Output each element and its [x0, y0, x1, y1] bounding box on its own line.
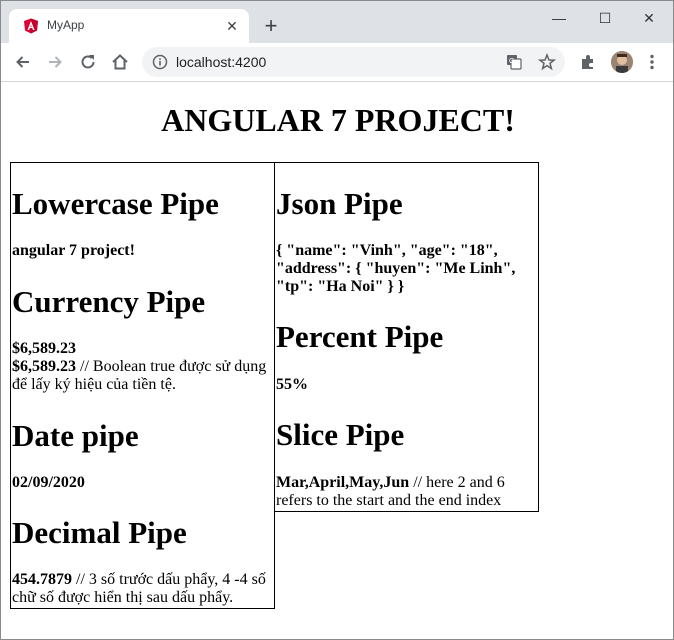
translate-icon[interactable]: G	[506, 54, 522, 70]
currency-value-2: $6,589.23	[12, 358, 76, 375]
new-tab-icon[interactable]: +	[259, 15, 283, 39]
lowercase-value: angular 7 project!	[12, 242, 135, 259]
page-title: ANGULAR 7 PROJECT!	[161, 102, 515, 138]
left-column: Lowercase Pipe angular 7 project! Curren…	[10, 162, 275, 609]
decimal-output: 454.7879 // 3 số trước dấu phẩy, 4 -4 số…	[12, 571, 270, 607]
slice-output: Mar,April,May,Jun // here 2 and 6 refers…	[276, 474, 534, 510]
profile-avatar[interactable]	[611, 51, 633, 73]
currency-value-1: $6,589.23	[12, 340, 76, 357]
decimal-value: 454.7879	[12, 571, 72, 588]
slice-heading: Slice Pipe	[276, 417, 405, 452]
lowercase-heading: Lowercase Pipe	[12, 186, 219, 221]
minimize-icon[interactable]: —	[537, 5, 581, 31]
decimal-heading: Decimal Pipe	[12, 515, 187, 550]
reload-icon[interactable]	[78, 52, 98, 72]
menu-icon[interactable]	[642, 52, 662, 72]
percent-heading: Percent Pipe	[276, 319, 444, 354]
browser-window: MyApp ✕ + — ☐ ✕ localhost:4200 G ANGULAR…	[0, 0, 674, 640]
lowercase-output: angular 7 project!	[12, 242, 270, 260]
page-content: ANGULAR 7 PROJECT! Lowercase Pipe angula…	[1, 82, 673, 639]
right-column: Json Pipe { "name": "Vinh", "age": "18",…	[274, 162, 539, 512]
currency-output-2: $6,589.23 // Boolean true được sử dụng đ…	[12, 358, 270, 394]
maximize-icon[interactable]: ☐	[583, 5, 627, 31]
currency-output-1: $6,589.23	[12, 340, 270, 358]
home-icon[interactable]	[110, 52, 130, 72]
json-output: { "name": "Vinh", "age": "18", "address"…	[276, 242, 534, 296]
json-heading: Json Pipe	[276, 186, 403, 221]
browser-toolbar: localhost:4200 G	[1, 43, 673, 82]
tab-strip: MyApp ✕ + — ☐ ✕	[1, 1, 673, 43]
extensions-icon[interactable]	[578, 52, 598, 72]
bookmark-star-icon[interactable]	[538, 53, 556, 71]
svg-text:G: G	[509, 58, 514, 65]
url-text[interactable]: localhost:4200	[176, 54, 266, 70]
date-value: 02/09/2020	[12, 474, 85, 491]
address-bar[interactable]: localhost:4200 G	[142, 47, 565, 77]
json-value: { "name": "Vinh", "age": "18", "address"…	[276, 242, 516, 295]
info-icon[interactable]	[152, 54, 168, 70]
percent-value: 55%	[276, 376, 308, 393]
tab-myapp[interactable]: MyApp ✕	[9, 9, 249, 43]
date-output: 02/09/2020	[12, 474, 270, 492]
slice-value: Mar,April,May,Jun	[276, 474, 410, 491]
date-heading: Date pipe	[12, 418, 139, 453]
percent-output: 55%	[276, 376, 534, 394]
back-icon[interactable]	[13, 52, 33, 72]
avatar-photo-icon	[611, 51, 633, 73]
window-close-icon[interactable]: ✕	[627, 5, 671, 31]
angular-icon	[24, 18, 38, 34]
forward-icon[interactable]	[45, 52, 65, 72]
currency-heading: Currency Pipe	[12, 284, 206, 319]
tab-title: MyApp	[47, 18, 85, 32]
tab-close-icon[interactable]: ✕	[223, 17, 241, 35]
